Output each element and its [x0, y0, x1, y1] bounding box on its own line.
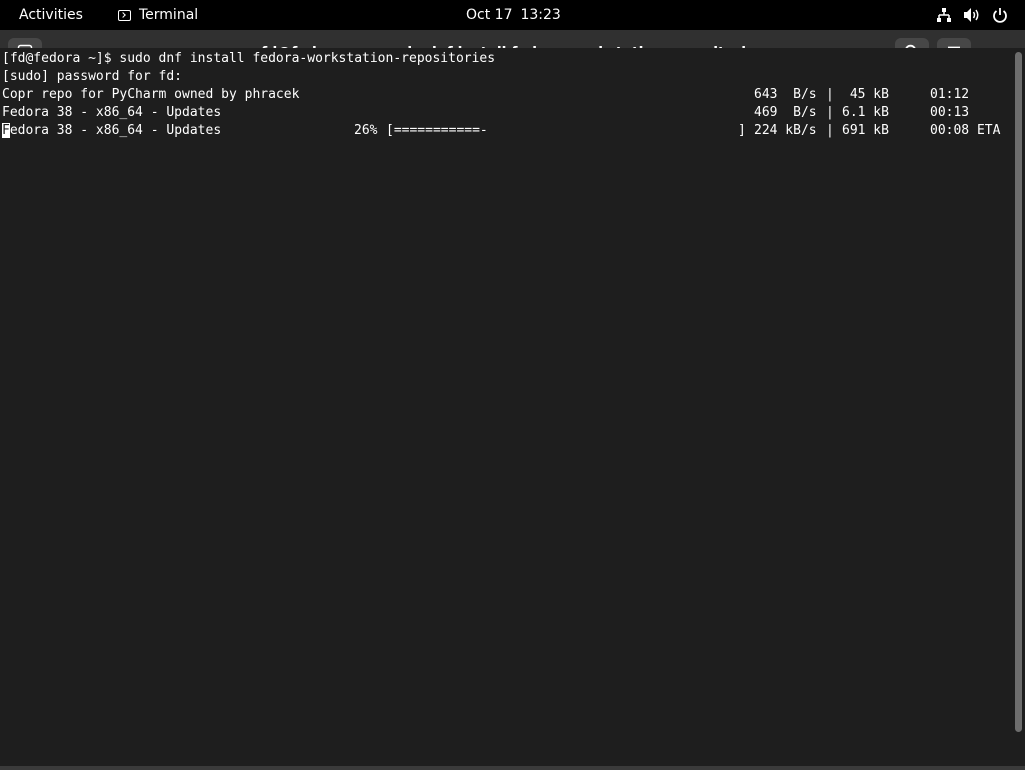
column-separator: |: [826, 123, 834, 138]
progress-percent: 26%: [354, 123, 378, 138]
clock-date: Oct 17: [466, 7, 513, 23]
terminal-scrollbar[interactable]: [1012, 48, 1025, 740]
progress-size: 691 kB: [842, 123, 889, 138]
repo-size: 6.1 kB: [842, 105, 889, 120]
terminal-view[interactable]: [fd@fedora ~]$ sudo dnf install fedora-w…: [0, 48, 1012, 740]
scrollbar-thumb[interactable]: [1015, 52, 1022, 732]
progress-bar-end: ]: [738, 123, 746, 138]
network-icon: [935, 0, 953, 30]
progress-line: Fedora 38 - x86_64 - Updates 26% [======…: [2, 122, 1010, 140]
terminal-icon: [118, 9, 131, 21]
command-line: [fd@fedora ~]$ sudo dnf install fedora-w…: [2, 51, 496, 66]
column-separator: |: [826, 105, 834, 120]
repo-rate: 643 B/s: [754, 87, 817, 102]
progress-bar: [===========-: [386, 123, 488, 138]
clock-button[interactable]: Oct 17 13:23: [466, 0, 561, 30]
repo-rate: 469 B/s: [754, 105, 817, 120]
repo-download-line: Fedora 38 - x86_64 - Updates 469 B/s | 6…: [2, 104, 1010, 122]
progress-rate: 224 kB/s: [754, 123, 817, 138]
power-icon: [991, 0, 1009, 30]
app-menu-button[interactable]: Terminal: [118, 0, 198, 30]
app-menu-label: Terminal: [139, 7, 199, 23]
repo-download-line: Copr repo for PyCharm owned by phracek 6…: [2, 86, 1010, 104]
repo-name: Fedora 38 - x86_64 - Updates: [2, 105, 222, 120]
sudo-password-prompt: [sudo] password for fd:: [2, 69, 183, 84]
repo-time: 00:13: [930, 105, 970, 120]
repo-name: Copr repo for PyCharm owned by phracek: [2, 87, 300, 102]
terminal-cursor: F: [2, 123, 10, 138]
system-menu-button[interactable]: [935, 0, 1009, 30]
column-separator: |: [826, 87, 834, 102]
progress-repo-name: Fedora 38 - x86_64 - Updates: [2, 122, 221, 140]
progress-repo-name-rest: edora 38 - x86_64 - Updates: [9, 123, 222, 138]
volume-icon: [963, 0, 981, 30]
repo-time: 01:12: [930, 87, 970, 102]
progress-eta: 00:08 ETA: [930, 123, 1001, 138]
repo-size: 45 kB: [842, 87, 889, 102]
clock-time: 13:23: [520, 7, 561, 23]
activities-button[interactable]: Activities: [19, 0, 83, 30]
window-bottom-edge: [0, 766, 1025, 770]
top-bar: Activities Terminal Oct 17 13:23: [0, 0, 1025, 30]
